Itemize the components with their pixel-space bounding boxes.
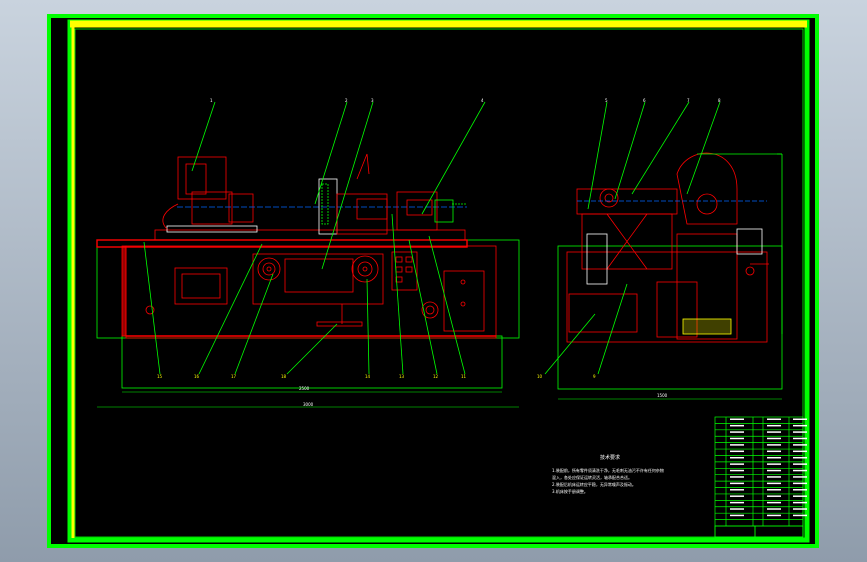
bom-cell-text: [730, 489, 744, 491]
bom-cell-text: [793, 437, 807, 440]
inner-drawing-area: [74, 28, 804, 538]
bom-cell-text: [793, 469, 807, 472]
side-view: 1500 5 6 7 8 10 9: [537, 98, 783, 400]
bom-cell-text: [730, 476, 744, 478]
tech-req-line-1: 1.装配前，所有零件须清洗干净，无毛刺无油污不许有任何杂物: [552, 467, 664, 473]
bom-cell-text: [767, 476, 781, 478]
callout-16: 16: [194, 374, 200, 379]
bom-cell-text: [793, 495, 807, 497]
bom-cell-text: [767, 501, 781, 504]
bom-cell-text: [793, 476, 807, 478]
tech-requirements-title: 技术要求: [600, 454, 620, 461]
hatched-foot: [682, 318, 732, 335]
cad-drawing: 2500 3000 1 2 3 4 15 16 17 18 14 13 12 1…: [47, 14, 819, 548]
bom-cell-text: [793, 463, 807, 465]
bom-cell-text: [730, 437, 744, 440]
bom-cell-text: [793, 444, 807, 446]
tech-req-line-4: 3.机床按手册调整。: [552, 488, 588, 494]
bom-cell-text: [793, 508, 807, 510]
bom-cell-text: [730, 418, 744, 420]
callout-11: 11: [461, 374, 467, 379]
callout-12: 12: [433, 374, 439, 379]
bom-cell-text: [730, 463, 744, 465]
bom-cell-text: [767, 469, 781, 472]
callout-5: 5: [605, 98, 608, 103]
callout-8: 8: [718, 98, 721, 103]
callout-17: 17: [231, 374, 237, 379]
wheelhead-motor: [177, 156, 227, 200]
callout-15: 15: [157, 374, 163, 379]
callout-7: 7: [687, 98, 690, 103]
callout-18: 18: [281, 374, 287, 379]
bom-cell-text: [730, 514, 744, 517]
base-lower: [121, 335, 503, 389]
bom-cell-text: [730, 508, 744, 510]
bom-cell-text: [730, 424, 744, 427]
bom-cell-text: [767, 508, 781, 510]
handwheel-right: [351, 255, 379, 283]
bom-cell-text: [793, 450, 807, 453]
bom-cell-text: [793, 418, 807, 420]
callout-3: 3: [371, 98, 374, 103]
bom-cell-text: [767, 463, 781, 465]
bom-cell-text: [767, 489, 781, 491]
bom-cell-text: [767, 424, 781, 427]
outer-border-frame: [47, 14, 819, 548]
bom-cell-text: [730, 444, 744, 446]
tech-req-line-2: 混入，各处应保证运转灵活，轴承配合合适。: [552, 474, 632, 480]
callout-2: 2: [345, 98, 348, 103]
bom-cell-text: [730, 450, 744, 453]
svg-text:3000: 3000: [303, 402, 314, 407]
bom-cell-text: [767, 482, 781, 485]
bom-cell-text: [730, 501, 744, 504]
callout-4: 4: [481, 98, 484, 103]
bom-cell-text: [767, 444, 781, 446]
drawing-frame: [67, 19, 810, 543]
bed-base: [96, 239, 520, 339]
bom-cell-text: [730, 469, 744, 472]
left-column: [121, 245, 127, 337]
bom-cell-text: [730, 482, 744, 485]
tech-requirements-block: 技术要求 1.装配前，所有零件须清洗干净，无毛刺无油污不许有任何杂物 混入，各处…: [552, 454, 664, 494]
bom-cell-text: [730, 456, 744, 459]
bom-cell-text: [793, 456, 807, 459]
access-door-left: [174, 267, 228, 305]
bom-cell-text: [793, 514, 807, 517]
bom-cell-text: [767, 431, 781, 433]
bom-cell-text: [767, 418, 781, 420]
bom-cell-text: [767, 450, 781, 453]
bom-cell-text: [767, 514, 781, 517]
bom-cell-text: [793, 431, 807, 433]
bom-table: [714, 416, 807, 538]
callout-13: 13: [399, 374, 405, 379]
callout-1: 1: [210, 98, 213, 103]
handwheel-left: [257, 257, 281, 281]
cad-viewport[interactable]: 2500 3000 1 2 3 4 15 16 17 18 14 13 12 1…: [47, 14, 819, 548]
svg-text:1500: 1500: [657, 393, 668, 398]
tech-req-line-3: 2.装配后机床运转应平稳，无异常噪声及振动。: [552, 481, 636, 487]
bom-cell-text: [730, 495, 744, 497]
bom-cell-text: [793, 489, 807, 491]
bom-cell-text: [793, 424, 807, 427]
svg-text:2500: 2500: [299, 386, 310, 391]
wheel-guard: [676, 152, 738, 225]
callout-14: 14: [365, 374, 371, 379]
front-view: 2500 3000 1 2 3 4 15 16 17 18 14 13 12 1…: [96, 98, 520, 408]
bom-cell-text: [767, 456, 781, 459]
bom-cell-text: [793, 501, 807, 504]
callout-9: 9: [593, 374, 596, 379]
callout-6: 6: [643, 98, 646, 103]
bom-cell-text: [767, 495, 781, 497]
callout-10: 10: [537, 374, 543, 379]
bom-cell-text: [730, 431, 744, 433]
bom-cell-text: [767, 437, 781, 440]
bom-cell-text: [793, 482, 807, 485]
